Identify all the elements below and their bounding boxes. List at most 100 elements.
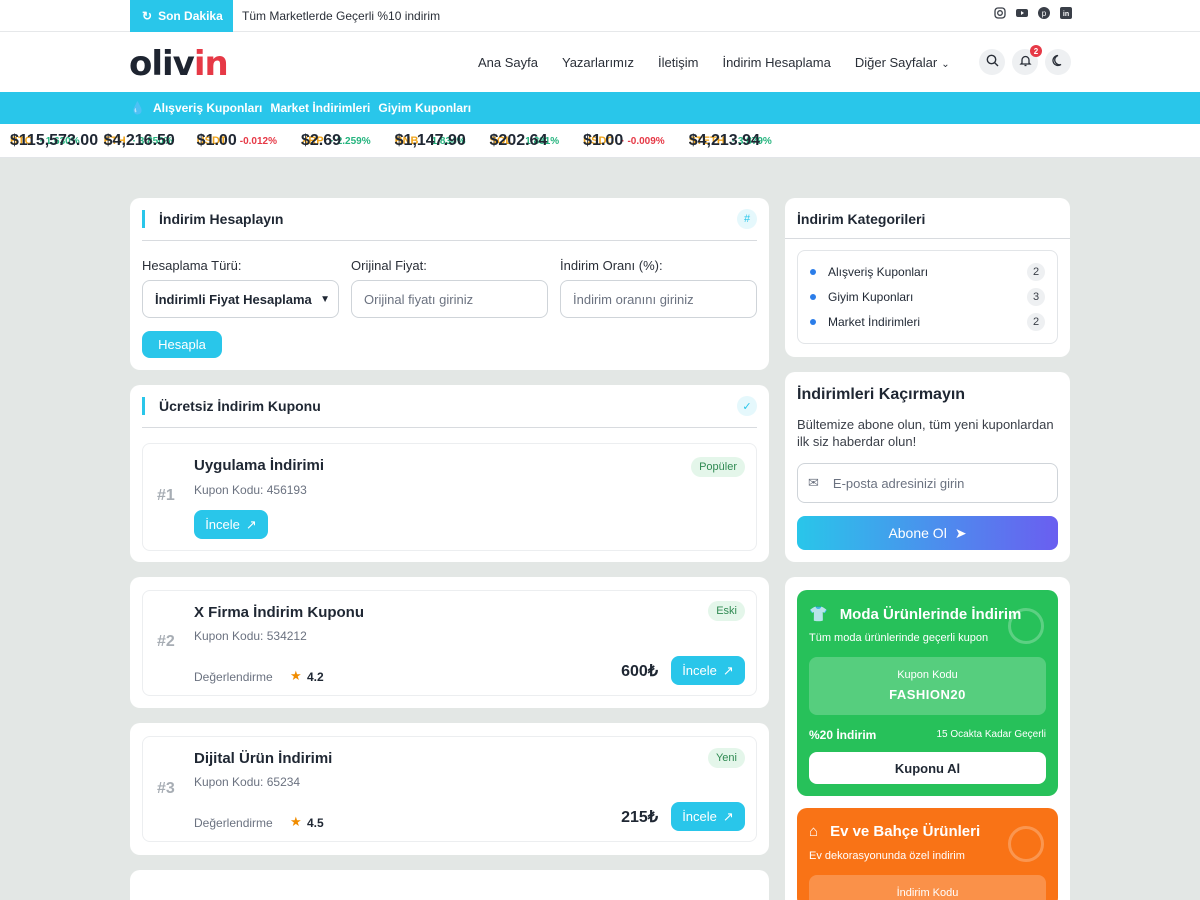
nav-item-discount-calc[interactable]: İndirim Hesaplama	[722, 55, 830, 70]
coupon-price: 215₺	[621, 809, 658, 826]
breaking-news-label[interactable]: ↻ Son Dakika	[130, 0, 233, 32]
divider	[142, 427, 757, 428]
instagram-icon[interactable]	[994, 7, 1006, 19]
newsletter-card: İndirimleri Kaçırmayın Bültemize abone o…	[785, 372, 1070, 562]
crypto-ticker: BTC $115,573.00 · 1.630% ETH $4,216.50 · 3.85…	[0, 124, 1200, 158]
category-link-market[interactable]: Market İndirimleri	[270, 101, 370, 115]
ticker-item[interactable]: BNB $1,147.90 · 1.834%	[394, 132, 466, 149]
count-badge: 2	[1027, 263, 1045, 281]
subscribe-button[interactable]: Abone Ol ➤	[797, 516, 1058, 550]
category-links: 💧 Alışveriş Kuponları Market İndirimleri…	[130, 92, 471, 124]
coupon-name[interactable]: X Firma İndirim Kuponu	[194, 604, 364, 621]
notifications-button[interactable]: 2	[1012, 45, 1042, 75]
chevron-down-icon: ⌄	[941, 58, 950, 70]
email-field[interactable]: ✉ E-posta adresinizi girin	[797, 463, 1058, 503]
promo-card: 👕 Moda Ürünlerinde İndirim Tüm moda ürünl…	[785, 577, 1070, 900]
card-title: Ücretsiz İndirim Kuponu	[142, 397, 321, 415]
check-circle-icon: ✓	[737, 396, 757, 416]
coupon-code-value: FASHION20	[889, 687, 966, 702]
ticker-item[interactable]: USDT $1.00 · -0.012%	[197, 132, 277, 149]
coupon-card-partial	[130, 870, 769, 900]
calc-type-label: Hesaplama Türü:	[142, 258, 242, 273]
site-header: olivin Ana Sayfa Yazarlarımız İletişim İ…	[0, 32, 1200, 92]
coupon-code: Kupon Kodu: 65234	[194, 775, 301, 789]
youtube-icon[interactable]	[1016, 7, 1028, 19]
history-icon: ↻	[142, 9, 153, 23]
main-nav: Ana Sayfa Yazarlarımız İletişim İndirim …	[478, 32, 950, 92]
hashtag-icon: #	[737, 209, 757, 229]
ticker-item[interactable]: USDC $1.00 · -0.009%	[583, 132, 665, 149]
nav-item-home[interactable]: Ana Sayfa	[478, 55, 538, 70]
coupon-item: #1 Uygulama İndirimi Kupon Kodu: 456193 …	[142, 443, 757, 551]
view-coupon-button[interactable]: İncele ↗	[194, 510, 268, 539]
bell-icon	[1018, 54, 1032, 70]
star-icon: ★	[290, 814, 302, 829]
decorative-badge-icon	[1008, 826, 1044, 862]
shirt-icon: 👕	[809, 606, 828, 623]
coupon-code-label: Kupon Kodu	[897, 669, 958, 681]
card-title: İndirim Kategorileri	[797, 211, 926, 227]
breaking-news-text[interactable]: Tüm Marketlerde Geçerli %10 indirim	[242, 0, 440, 32]
ticker-price: $4,213.94	[688, 132, 760, 149]
ticker-price: $4,216.50	[103, 132, 175, 149]
ticker-item[interactable]: ETH $4,216.50 · 3.850%	[103, 132, 175, 149]
ticker-price: $2.69	[300, 132, 342, 149]
discount-percent: %20 İndirim	[809, 728, 877, 742]
calculate-button[interactable]: Hesapla	[142, 331, 222, 358]
discount-rate-input[interactable]: İndirim oranını giriniz	[560, 280, 757, 318]
nav-item-authors[interactable]: Yazarlarımız	[562, 55, 634, 70]
original-price-label: Orijinal Fiyat:	[351, 258, 427, 273]
coupon-card: #2 X Firma İndirim Kuponu Kupon Kodu: 53…	[130, 577, 769, 708]
coupon-card: #3 Dijital Ürün İndirimi Kupon Kodu: 652…	[130, 723, 769, 855]
ticker-item[interactable]: STETH $4,213.94 · 3.879%	[688, 132, 772, 149]
linkedin-icon[interactable]: in	[1060, 7, 1072, 19]
ticker-price: $1.00	[583, 132, 624, 149]
social-links: p in	[994, 7, 1072, 19]
category-item[interactable]: Alışveriş Kuponları 2	[810, 261, 1045, 283]
home-garden-promo: ⌂ Ev ve Bahçe Ürünleri Ev dekorasyonunda …	[797, 808, 1058, 900]
ticker-item[interactable]: XRP $2.69 · 2.259%	[300, 132, 371, 149]
category-item[interactable]: Market İndirimleri 2	[810, 311, 1045, 333]
calc-type-select[interactable]: İndirimli Fiyat Hesaplama ▼	[142, 280, 339, 318]
nav-item-other-pages[interactable]: Diğer Sayfalar ⌄	[855, 55, 950, 70]
search-icon	[986, 54, 999, 70]
moon-icon	[1051, 54, 1065, 70]
coupon-name[interactable]: Uygulama İndirimi	[194, 457, 324, 474]
coupon-code: Kupon Kodu: 534212	[194, 629, 307, 643]
category-link-clothing[interactable]: Giyim Kuponları	[378, 101, 471, 115]
paper-plane-icon: ➤	[954, 524, 967, 541]
nav-item-contact[interactable]: İletişim	[658, 55, 698, 70]
category-item[interactable]: Giyim Kuponları 3	[810, 286, 1045, 308]
external-link-icon: ↗	[722, 662, 734, 678]
coupon-code-label: İndirim Kodu	[896, 887, 959, 899]
promo-title: 👕 Moda Ürünlerinde İndirim	[809, 605, 1022, 624]
view-coupon-button[interactable]: İncele ↗	[671, 802, 745, 831]
newsletter-title: İndirimleri Kaçırmayın	[797, 386, 966, 403]
get-coupon-button[interactable]: Kuponu Al	[809, 752, 1046, 784]
ticker-price: $1,147.90	[394, 132, 466, 149]
newsletter-description: Bültemize abone olun, tüm yeni kuponlard…	[797, 417, 1054, 449]
pinterest-icon[interactable]: p	[1038, 7, 1050, 19]
category-link-shopping[interactable]: Alışveriş Kuponları	[153, 101, 262, 115]
coupon-code-box[interactable]: İndirim Kodu	[809, 875, 1046, 900]
coupon-code-box[interactable]: Kupon Kodu FASHION20	[809, 657, 1046, 715]
envelope-icon: ✉	[808, 475, 819, 490]
notification-count-badge: 2	[1030, 45, 1042, 57]
original-price-input[interactable]: Orijinal fiyatı giriniz	[351, 280, 548, 318]
status-badge: Yeni	[707, 748, 745, 768]
rating-label: Değerlendirme	[194, 670, 273, 684]
count-badge: 3	[1027, 288, 1045, 306]
coupon-name[interactable]: Dijital Ürün İndirimi	[194, 750, 332, 767]
site-logo[interactable]: olivin	[129, 44, 229, 84]
home-icon: ⌂	[809, 823, 819, 840]
search-button[interactable]	[979, 49, 1005, 75]
svg-text:in: in	[1063, 11, 1069, 18]
count-badge: 2	[1027, 313, 1045, 331]
external-link-icon: ↗	[245, 516, 257, 532]
ticker-item[interactable]: BTC $115,573.00 · 1.630%	[10, 132, 98, 149]
promo-subtitle: Ev dekorasyonunda özel indirim	[809, 850, 965, 862]
ticker-item[interactable]: SOL $202.64 · 1.881%	[490, 132, 560, 149]
popular-badge: Popüler	[691, 457, 745, 477]
dark-mode-toggle[interactable]	[1045, 49, 1071, 75]
view-coupon-button[interactable]: İncele ↗	[671, 656, 745, 685]
